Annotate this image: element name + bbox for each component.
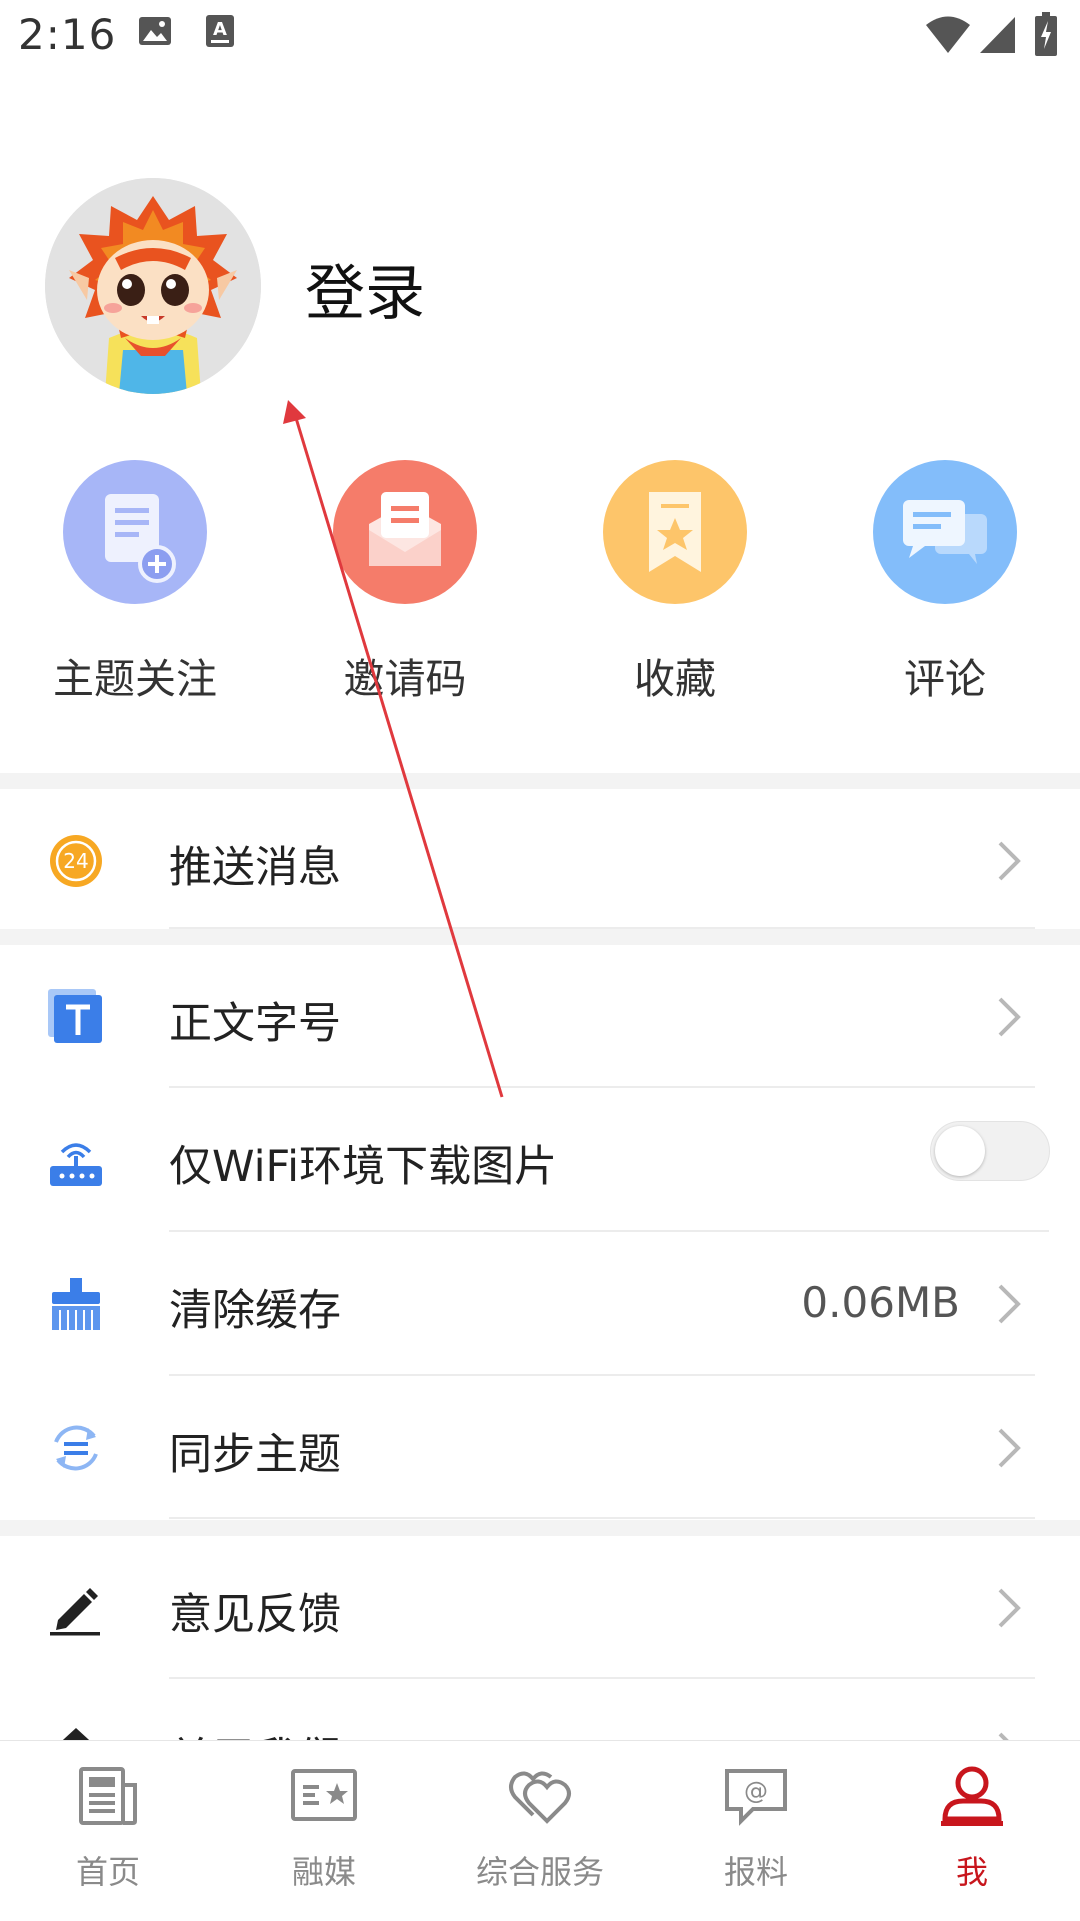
- menu-item-clear-cache[interactable]: 清除缓存 0.06MB: [0, 1232, 1080, 1376]
- wifi-icon: [926, 16, 970, 53]
- media-card-icon: [291, 1769, 357, 1821]
- lion-mascot-avatar-icon: [45, 178, 261, 394]
- newspaper-icon: [79, 1767, 137, 1825]
- keyboard-a-icon: A: [206, 15, 234, 47]
- menu-item-font-size[interactable]: 正文字号: [0, 945, 1080, 1089]
- svg-text:A: A: [213, 19, 227, 40]
- report-chat-icon: @: [725, 1769, 787, 1826]
- nav-label: 我: [955, 1853, 988, 1891]
- divider: [169, 1677, 1035, 1679]
- quick-action-label: 主题关注: [53, 655, 217, 703]
- quick-action-invite-code[interactable]: 邀请码: [270, 460, 540, 703]
- chevron-right-icon: [998, 997, 1021, 1037]
- section-gap: [0, 929, 1080, 945]
- push-badge-text: 24: [63, 849, 88, 873]
- quick-action-favorites[interactable]: 收藏: [540, 460, 810, 703]
- menu-item-wifi-images: 仅WiFi环境下载图片: [0, 1088, 1080, 1232]
- menu-label: 清除缓存: [169, 1286, 341, 1336]
- chevron-right-icon: [998, 1428, 1021, 1468]
- nav-tab-home[interactable]: 首页: [0, 1741, 216, 1921]
- quick-action-comments[interactable]: 评论: [810, 460, 1080, 703]
- quick-action-label: 评论: [904, 655, 986, 703]
- wifi-images-toggle[interactable]: [930, 1121, 1050, 1181]
- menu-label: 正文字号: [169, 999, 341, 1049]
- nav-tab-services[interactable]: 综合服务: [432, 1741, 648, 1921]
- chevron-right-icon: [998, 1284, 1021, 1324]
- nav-label: 报料: [723, 1853, 788, 1891]
- section-gap: [0, 773, 1080, 789]
- text-size-icon: [48, 989, 102, 1043]
- menu-item-sync-topics[interactable]: 同步主题: [0, 1376, 1080, 1520]
- quick-action-topic-follow[interactable]: 主题关注: [0, 460, 270, 703]
- battery-charging-icon: [1035, 12, 1057, 56]
- nav-label: 综合服务: [475, 1853, 604, 1891]
- menu-item-push-messages[interactable]: 24 推送消息: [0, 789, 1080, 933]
- quick-action-label: 邀请码: [343, 655, 467, 703]
- chevron-right-icon: [998, 841, 1021, 881]
- nav-tab-media[interactable]: 融媒: [216, 1741, 432, 1921]
- menu-label: 同步主题: [169, 1430, 341, 1480]
- menu-label: 仅WiFi环境下载图片: [169, 1142, 558, 1192]
- comment-icon: [873, 460, 1017, 604]
- image-notification-icon: [139, 17, 171, 45]
- menu-label: 意见反馈: [169, 1590, 341, 1640]
- avatar[interactable]: [45, 178, 261, 394]
- user-icon: [941, 1766, 1003, 1826]
- status-time: 2:16: [18, 10, 117, 59]
- topic-follow-icon: [63, 460, 207, 604]
- nav-label: 首页: [75, 1853, 140, 1891]
- menu-label: 推送消息: [169, 843, 341, 893]
- status-bar: 2:16 A: [0, 0, 1080, 72]
- broom-icon: [52, 1278, 100, 1330]
- invite-code-icon: [333, 460, 477, 604]
- clock-24-icon: 24: [50, 835, 102, 887]
- section-gap: [0, 1520, 1080, 1536]
- toggle-knob: [935, 1126, 985, 1176]
- cell-signal-icon: [980, 17, 1015, 53]
- divider: [169, 1517, 1035, 1519]
- svg-text:@: @: [744, 1777, 768, 1805]
- nav-tab-report[interactable]: @ 报料: [648, 1741, 864, 1921]
- hearts-icon: [509, 1771, 571, 1824]
- sync-icon: [54, 1425, 98, 1471]
- cache-size-value: 0.06MB: [801, 1278, 960, 1327]
- bottom-nav: 首页 融媒 综合服务 @ 报料 我: [0, 1740, 1080, 1921]
- nav-tab-me[interactable]: 我: [864, 1741, 1080, 1921]
- chevron-right-icon: [998, 1588, 1021, 1628]
- login-link[interactable]: 登录: [305, 245, 425, 332]
- menu-item-feedback[interactable]: 意见反馈: [0, 1536, 1080, 1680]
- pencil-icon: [50, 1588, 100, 1636]
- router-icon: [50, 1143, 102, 1186]
- nav-label: 融媒: [291, 1853, 356, 1891]
- bookmark-icon: [603, 460, 747, 604]
- quick-action-label: 收藏: [634, 655, 716, 703]
